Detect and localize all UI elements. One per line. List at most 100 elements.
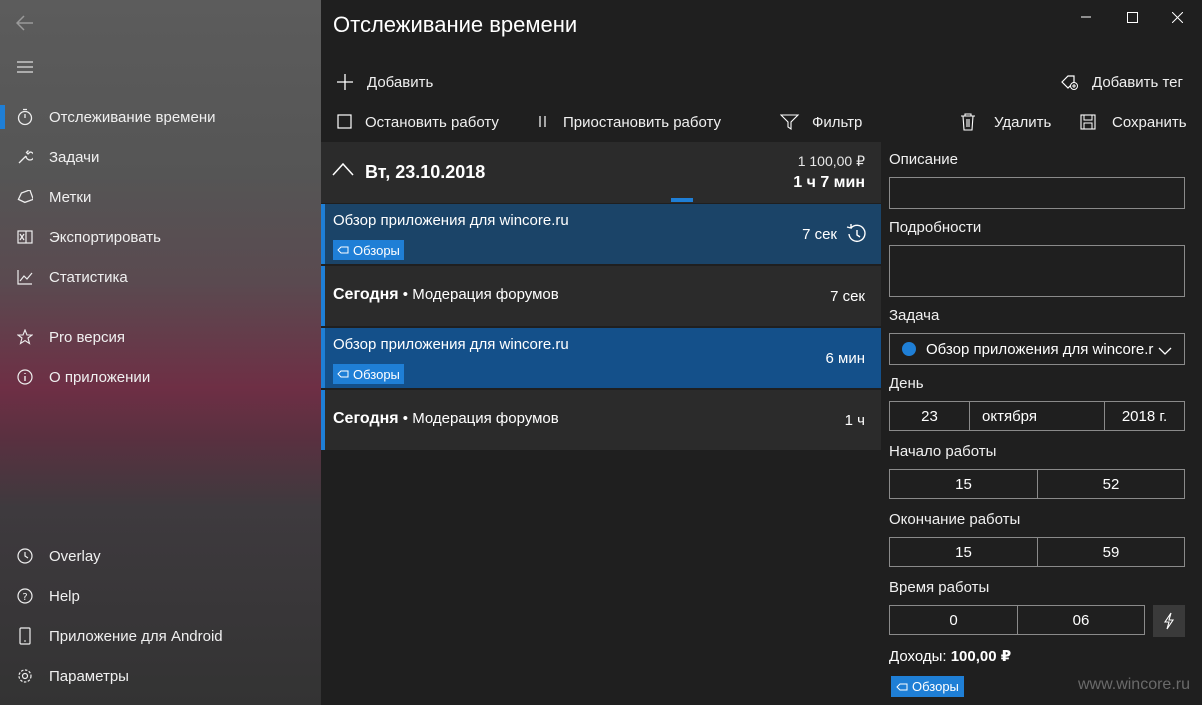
lightning-button[interactable] (1153, 605, 1185, 637)
start-label: Начало работы (889, 443, 997, 460)
save-button[interactable]: Сохранить (1080, 107, 1187, 137)
details-label: Подробности (889, 219, 982, 236)
nav-item-tasks[interactable]: Задачи (0, 137, 321, 177)
tag-badge: Обзоры (333, 240, 404, 260)
filter-button[interactable]: Фильтр (780, 107, 862, 137)
group-duration: 1 ч 7 мин (793, 174, 865, 191)
svg-text:?: ? (22, 592, 27, 603)
excel-icon (0, 229, 49, 245)
wrench-icon (0, 149, 49, 165)
pause-label: Приостановить работу (563, 113, 722, 131)
filter-icon (780, 113, 800, 131)
trash-icon (960, 113, 976, 131)
description-field[interactable] (889, 177, 1185, 209)
help-icon: ? (0, 588, 49, 604)
entry-time: 6 мин (825, 350, 866, 367)
maximize-icon (1126, 11, 1138, 23)
add-button[interactable]: Добавить (335, 67, 433, 97)
day-picker-day[interactable]: 23 (889, 401, 970, 431)
nav-item-statistics[interactable]: Статистика (0, 257, 321, 297)
start-hour[interactable]: 15 (889, 469, 1038, 499)
nav-item-overlay[interactable]: Overlay (0, 536, 321, 576)
nav-item-label: Экспортировать (49, 228, 161, 246)
back-button[interactable] (0, 3, 50, 43)
tag-icon (337, 369, 349, 379)
add-tag-label: Добавить тег (1092, 73, 1183, 91)
minimize-icon (1081, 16, 1091, 18)
sidebar: Отслеживание времени Задачи Метки Экспор… (0, 0, 321, 705)
hamburger-button[interactable] (0, 47, 50, 87)
page-title: Отслеживание времени (333, 12, 578, 37)
nav-item-label: Приложение для Android (49, 627, 223, 645)
nav-item-android[interactable]: Приложение для Android (0, 616, 321, 656)
entry-task: Модерация форумов (412, 410, 559, 427)
description-label: Описание (889, 151, 959, 168)
entry-day: Сегодня (333, 286, 399, 303)
group-indicator (671, 198, 693, 202)
nav-item-label: Параметры (49, 667, 129, 685)
stop-icon (337, 114, 353, 130)
watermark: www.wincore.ru (1077, 676, 1190, 693)
nav-item-tags[interactable]: Метки (0, 177, 321, 217)
minimize-button[interactable] (1066, 0, 1106, 34)
pause-button[interactable]: Приостановить работу (535, 107, 721, 137)
day-picker-year[interactable]: 2018 г. (1104, 401, 1185, 431)
list-item[interactable]: Обзор приложения для wincore.ru Обзоры 6… (321, 328, 881, 388)
star-icon (0, 329, 49, 345)
chevron-down-icon (1158, 343, 1172, 360)
info-icon (0, 369, 49, 385)
nav-item-label: Метки (49, 188, 92, 206)
nav-item-about[interactable]: О приложении (0, 357, 321, 397)
tag-badge[interactable]: Обзоры (891, 676, 964, 697)
chevron-up-icon[interactable] (332, 162, 354, 181)
day-picker-month[interactable]: октября (969, 401, 1105, 431)
nav-item-label: Отслеживание времени (49, 108, 216, 126)
entry-name: Обзор приложения для wincore.ru (333, 336, 569, 353)
history-icon[interactable] (845, 223, 867, 250)
nav-item-help[interactable]: ? Help (0, 576, 321, 616)
delete-label: Удалить (994, 113, 1052, 131)
details-field[interactable] (889, 245, 1185, 297)
entry-time: 7 сек (830, 288, 865, 305)
work-hours[interactable]: 0 (889, 605, 1018, 635)
list-item[interactable]: Сегодня • Модерация форумов 1 ч (321, 390, 881, 450)
add-tag-button[interactable]: Добавить тег (1060, 67, 1183, 97)
nav-item-time-tracking[interactable]: Отслеживание времени (0, 97, 321, 137)
entry-time: 7 сек (802, 226, 837, 243)
nav-item-export[interactable]: Экспортировать (0, 217, 321, 257)
list-item[interactable]: Обзор приложения для wincore.ru Обзоры 7… (321, 204, 881, 264)
nav-item-settings[interactable]: Параметры (0, 656, 321, 696)
tag-icon (337, 245, 349, 255)
nav-item-pro[interactable]: Pro версия (0, 317, 321, 357)
work-minutes[interactable]: 06 (1017, 605, 1145, 635)
stop-button[interactable]: Остановить работу (337, 107, 499, 137)
task-select[interactable]: Обзор приложения для wincore.r (889, 333, 1185, 365)
maximize-button[interactable] (1112, 0, 1152, 34)
gear-icon (0, 668, 49, 684)
task-label: Задача (889, 307, 940, 324)
nav-item-label: Help (49, 587, 80, 605)
entry-day: Сегодня (333, 410, 399, 427)
nav-item-label: Статистика (49, 268, 128, 286)
nav-item-label: Overlay (49, 547, 101, 565)
end-label: Окончание работы (889, 511, 1021, 528)
delete-button[interactable]: Удалить (960, 107, 1051, 137)
add-tag-icon (1060, 73, 1080, 91)
work-time-label: Время работы (889, 579, 990, 596)
end-minute[interactable]: 59 (1037, 537, 1185, 567)
filter-label: Фильтр (812, 113, 863, 131)
phone-icon (0, 627, 49, 645)
list-item[interactable]: Сегодня • Модерация форумов 7 сек (321, 266, 881, 326)
entry-task: Модерация форумов (412, 286, 559, 303)
start-minute[interactable]: 52 (1037, 469, 1185, 499)
entry-name: Обзор приложения для wincore.ru (333, 212, 569, 229)
close-button[interactable] (1157, 0, 1197, 34)
task-value: Обзор приложения для wincore.r (926, 340, 1154, 358)
entry-time: 1 ч (844, 412, 865, 429)
hamburger-icon (17, 61, 33, 73)
group-date: Вт, 23.10.2018 (365, 162, 486, 182)
income: Доходы: 100,00 ₽ (889, 648, 1012, 665)
save-icon (1080, 114, 1096, 130)
date-group-header[interactable]: Вт, 23.10.2018 1 100,00 ₽ 1 ч 7 мин (321, 142, 881, 203)
end-hour[interactable]: 15 (889, 537, 1038, 567)
